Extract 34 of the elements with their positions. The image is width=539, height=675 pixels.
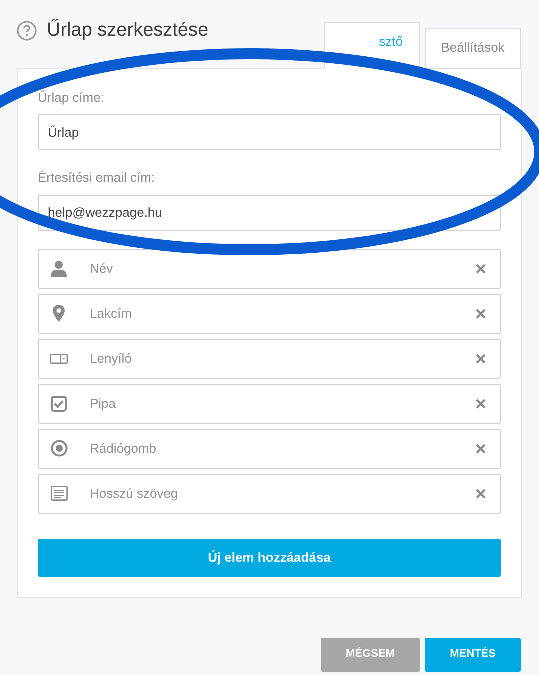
tab[interactable]: Beállítások [425,28,521,68]
page-title: Űrlap szerkesztése [47,18,209,43]
form-element-row[interactable]: Lakcím [38,294,501,334]
element-label: Lakcím [90,304,133,323]
element-label: Hosszú szöveg [90,484,180,503]
close-icon[interactable] [476,488,486,498]
element-label: Név [90,260,114,278]
form-element-row[interactable]: Hosszú szöveg [38,474,501,514]
field-label: Űrlap címe: [38,88,106,107]
form-element-row[interactable]: Pipa [38,384,501,424]
save-button[interactable]: MENTÉS [425,638,521,672]
field-label: Értesítési email cím: [38,169,156,187]
close-icon[interactable] [476,308,486,318]
element-label: Pipa [90,394,118,413]
element-label: Lenyíló [90,350,133,368]
form-element-row[interactable]: Lenyíló [38,338,501,378]
person-icon [50,260,68,277]
radio-icon [50,440,68,457]
map-pin-icon [53,305,65,322]
text-field[interactable]: help@wezzpage.hu [38,194,501,230]
close-icon[interactable] [476,264,486,274]
add-element-button[interactable]: Új elem hozzáadása [38,538,501,576]
cancel-button[interactable]: MÉGSEM [321,638,420,672]
close-icon[interactable] [476,398,486,408]
text-field[interactable]: Űrlap [38,114,501,150]
help-icon[interactable] [17,21,37,42]
checkbox-icon [51,396,67,412]
dropdown-icon [50,354,68,364]
form-element-row[interactable]: Név [38,248,501,288]
close-icon[interactable] [476,354,486,364]
text-lines-icon [50,486,68,501]
form-element-row[interactable]: Rádiógomb [38,428,501,468]
close-icon[interactable] [476,444,486,454]
element-label: Rádiógomb [90,440,158,458]
